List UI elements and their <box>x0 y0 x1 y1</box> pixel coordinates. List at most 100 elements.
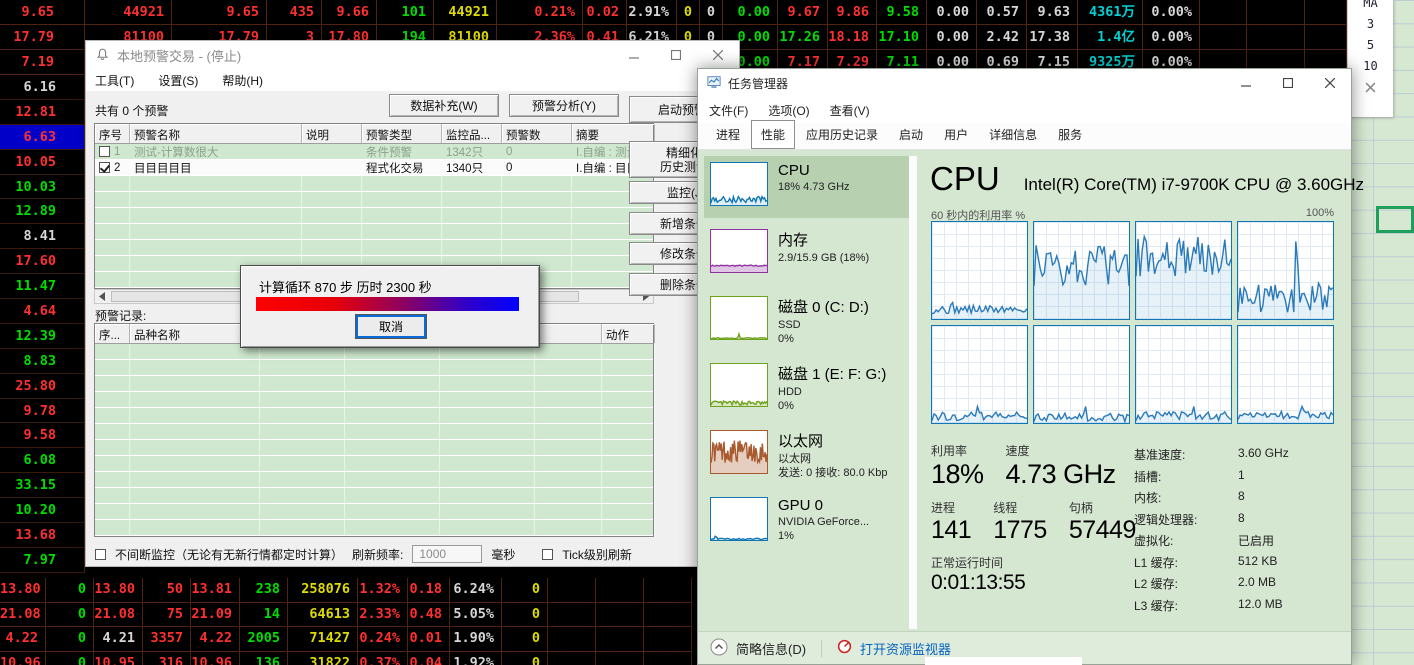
menu-view[interactable]: 查看(V) <box>830 102 870 119</box>
maximize-icon[interactable] <box>655 41 697 69</box>
open-resource-monitor-link[interactable]: 打开资源监视器 <box>860 639 951 658</box>
sidebar-item-gpu[interactable]: GPU 0 NVIDIA GeForce... 1% <box>704 491 909 553</box>
sidebar-item-net[interactable]: 以太网 以太网 发送: 0 接收: 80.0 Kbp <box>704 424 909 486</box>
column-header[interactable]: 预警名称 <box>130 124 302 143</box>
stock-price-row[interactable]: 6.16 <box>0 75 85 100</box>
cancel-button[interactable]: 取消 <box>356 315 426 338</box>
stock-cell: 18.18 <box>828 25 877 50</box>
summary-view-toggle[interactable]: 简略信息(D) <box>736 639 806 658</box>
tab-item[interactable]: 应用历史记录 <box>796 120 888 149</box>
column-header[interactable]: 动作 <box>602 324 655 343</box>
spec-label: 插槽: <box>1134 469 1162 484</box>
table-cell <box>345 424 440 439</box>
maximize-icon[interactable] <box>1267 69 1309 97</box>
table-cell <box>440 520 535 535</box>
stock-cell: 9.65 <box>0 0 85 25</box>
menu-file[interactable]: 文件(F) <box>709 102 748 119</box>
refresh-rate-input[interactable]: 1000 <box>412 545 483 563</box>
table-cell <box>95 192 130 207</box>
menu-tools[interactable]: 工具(T) <box>95 72 134 89</box>
table-cell <box>130 240 302 255</box>
sidebar-item-disk1[interactable]: 磁盘 1 (E: F: G:) HDD 0% <box>704 357 909 419</box>
stock-row[interactable]: 9.65 44921 9.65 435 9.66 101 44921 0.21% 0.02 2.9… <box>0 0 1347 25</box>
stock-price-row[interactable]: 10.20 <box>0 498 85 524</box>
stock-cell: 10.96 <box>191 651 240 665</box>
spreadsheet-selected-cell[interactable] <box>1376 206 1414 233</box>
stock-price-row[interactable]: 12.39 <box>0 323 85 349</box>
stock-price-row[interactable]: 4.64 <box>0 299 85 324</box>
sidebar-item-mem[interactable]: 内存 2.9/15.9 GB (18%) <box>704 223 909 285</box>
table-cell <box>602 504 655 519</box>
menu-options[interactable]: 选项(O) <box>768 102 809 119</box>
tab-item[interactable]: 用户 <box>934 120 978 149</box>
ma-period[interactable]: 10 <box>1348 59 1393 73</box>
minimize-icon[interactable] <box>1225 69 1267 97</box>
menu-settings[interactable]: 设置(S) <box>158 72 198 89</box>
table-cell <box>95 176 130 191</box>
stock-price-row[interactable]: 17.60 <box>0 249 85 275</box>
tab-performance-active[interactable]: 性能 <box>751 120 796 149</box>
tab-item[interactable]: 详细信息 <box>979 120 1047 149</box>
stock-price-row[interactable]: 12.81 <box>0 99 85 125</box>
tab-item[interactable]: 服务 <box>1048 120 1092 149</box>
tab-item[interactable]: 进程 <box>706 120 750 149</box>
ma-period[interactable]: 5 <box>1348 38 1393 52</box>
row-checkbox[interactable] <box>99 145 110 157</box>
stock-price-row[interactable]: 10.03 <box>0 174 85 200</box>
cpu-core-graphs <box>931 221 1334 424</box>
stock-price-row[interactable]: 6.63 <box>0 124 85 150</box>
stock-price-row[interactable]: 10.05 <box>0 149 85 175</box>
close-icon[interactable] <box>697 41 739 69</box>
scroll-left-icon[interactable] <box>95 292 109 301</box>
table-row[interactable]: 1测试-计算数很大条件预警1342只0I.自编 : 测试-计算数很 <box>95 144 655 160</box>
stock-price-row[interactable]: 9.58 <box>0 423 85 449</box>
column-header[interactable] <box>535 324 602 343</box>
continuous-monitor-checkbox[interactable] <box>95 548 106 560</box>
stock-price-row[interactable]: 12.89 <box>0 199 85 225</box>
stock-price-row[interactable]: 7.97 <box>0 547 85 573</box>
column-header[interactable]: 说明 <box>302 124 362 143</box>
close-icon[interactable] <box>1309 69 1351 97</box>
stock-cell: 17.38 <box>1027 25 1078 50</box>
stock-price-row[interactable]: 13.68 <box>0 523 85 548</box>
row-checkbox[interactable] <box>99 161 110 173</box>
titlebar[interactable]: 本地预警交易 - (停止) <box>86 41 739 69</box>
stock-cell <box>548 651 596 665</box>
stock-price-row[interactable]: 8.83 <box>0 348 85 374</box>
tick-refresh-checkbox[interactable] <box>542 548 554 560</box>
table-cell <box>95 208 130 223</box>
minimize-icon[interactable] <box>613 41 655 69</box>
stock-cell: 13.81 <box>191 578 240 603</box>
alert-analysis-button[interactable]: 预警分析(Y) <box>509 94 619 117</box>
tab-item[interactable]: 启动 <box>889 120 933 149</box>
spec-value: 3.60 GHz <box>1238 446 1289 460</box>
sidebar-scrollbar[interactable] <box>909 156 917 629</box>
ma-period[interactable]: 3 <box>1348 17 1393 31</box>
stock-price-row[interactable]: 6.08 <box>0 448 85 474</box>
column-header[interactable]: 预警类型 <box>362 124 442 143</box>
titlebar[interactable]: 任务管理器 <box>698 69 1351 97</box>
column-header[interactable]: 序... <box>95 324 130 343</box>
stock-price-row[interactable]: 9.78 <box>0 398 85 424</box>
stock-cell: 2.91% <box>627 0 677 25</box>
table-cell <box>345 440 440 455</box>
table-cell: 程式化交易 <box>366 162 424 175</box>
sidebar-item-cpu[interactable]: CPU 18% 4.73 GHz <box>704 156 909 218</box>
stock-price-row[interactable]: 8.41 <box>0 224 85 250</box>
stock-price-row[interactable]: 33.15 <box>0 473 85 499</box>
table-row[interactable]: 2目目目目目程式化交易1340只0I.自编 : 目目目目目 ( <box>95 160 655 176</box>
column-header[interactable]: 预警数 <box>502 124 572 143</box>
close-icon[interactable] <box>1348 82 1393 96</box>
table-cell <box>260 488 345 503</box>
menu-help[interactable]: 帮助(H) <box>222 72 263 89</box>
stock-price-row[interactable]: 11.47 <box>0 274 85 300</box>
table-cell <box>440 424 535 439</box>
cpu-spec-list: 基准速度: 3.60 GHz 插槽: 1 内核: 8 逻辑处理器: 8 虚拟化: 已启用 L1 缓存… <box>1134 446 1289 618</box>
column-header[interactable]: 监控品... <box>442 124 502 143</box>
data-supplement-button[interactable]: 数据补充(W) <box>389 94 499 117</box>
stock-price-row[interactable]: 25.80 <box>0 373 85 399</box>
sidebar-item-disk0[interactable]: 磁盘 0 (C: D:) SSD 0% <box>704 290 909 352</box>
table-cell: 1342只 <box>446 146 484 159</box>
table-cell <box>345 520 440 535</box>
column-header[interactable]: 序号 <box>95 124 130 143</box>
